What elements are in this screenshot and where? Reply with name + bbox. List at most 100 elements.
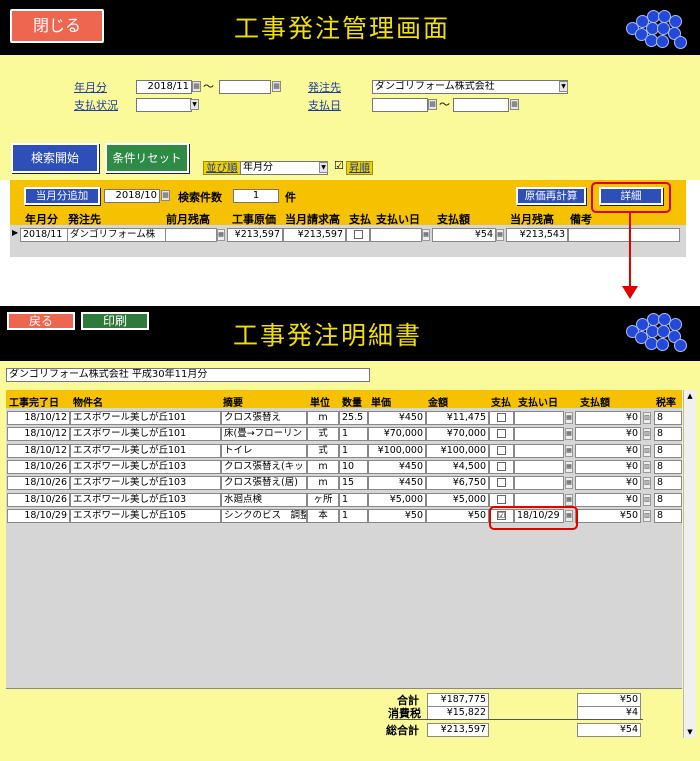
row-desc[interactable]: 水廻点検 bbox=[221, 492, 307, 507]
row-paid-cell[interactable] bbox=[489, 459, 514, 474]
tax-list-icon[interactable]: ▥ bbox=[643, 460, 651, 473]
add-current-month-button[interactable]: 当月分追加 bbox=[24, 187, 100, 205]
row-paid-cell[interactable] bbox=[489, 443, 514, 458]
row-balance[interactable]: ¥213,543 bbox=[506, 228, 568, 242]
row-pay-date[interactable] bbox=[514, 476, 564, 491]
row-unit[interactable]: 式 bbox=[307, 443, 339, 458]
row-desc[interactable]: クロス張替え(居) bbox=[221, 476, 307, 491]
row-property[interactable]: エスポワール美しが丘101 bbox=[70, 427, 221, 442]
recalculate-cost-button[interactable]: 原価再計算 bbox=[516, 187, 586, 205]
chevron-down-icon[interactable]: ▼ bbox=[190, 99, 199, 110]
row-desc[interactable]: トイレ bbox=[221, 443, 307, 458]
row-pay-amount[interactable]: ¥0 bbox=[575, 443, 641, 458]
row-qty[interactable]: 1 bbox=[339, 443, 368, 458]
calendar-icon[interactable]: ▦ bbox=[192, 81, 201, 92]
row-paid-cell[interactable] bbox=[489, 492, 514, 507]
row-cost[interactable]: ¥213,597 bbox=[227, 228, 283, 242]
row-qty[interactable]: 1 bbox=[339, 508, 368, 523]
paid-checkbox[interactable] bbox=[497, 445, 506, 455]
row-price[interactable]: ¥450 bbox=[368, 459, 426, 474]
row-pay-amount[interactable]: ¥0 bbox=[575, 427, 641, 442]
row-pay-amount[interactable]: ¥0 bbox=[575, 492, 641, 507]
row-unit[interactable]: 式 bbox=[307, 427, 339, 442]
row-qty[interactable]: 25.5 bbox=[339, 411, 368, 425]
row-qty[interactable]: 15 bbox=[339, 476, 368, 491]
row-price[interactable]: ¥450 bbox=[368, 476, 426, 491]
tax-list-icon[interactable]: ▥ bbox=[643, 428, 651, 441]
chevron-down-icon[interactable]: ▼ bbox=[319, 162, 328, 173]
reset-conditions-button[interactable]: 条件リセット bbox=[105, 143, 189, 173]
row-amount[interactable]: ¥11,475 bbox=[426, 411, 489, 425]
row-paid-cell[interactable] bbox=[489, 476, 514, 491]
row-paid-cell[interactable] bbox=[489, 411, 514, 425]
payment-status-select[interactable] bbox=[136, 98, 192, 112]
row-unit[interactable]: m bbox=[307, 476, 339, 491]
row-price[interactable]: ¥5,000 bbox=[368, 492, 426, 507]
scroll-down-icon[interactable]: ▼ bbox=[684, 726, 696, 738]
tax-list-icon[interactable]: ▥ bbox=[643, 509, 651, 522]
row-amount[interactable]: ¥100,000 bbox=[426, 443, 489, 458]
ascending-checkbox[interactable]: ☑ bbox=[334, 159, 344, 172]
row-pay-amount[interactable]: ¥0 bbox=[575, 476, 641, 491]
row-complete-date[interactable]: 18/10/12 bbox=[7, 427, 70, 442]
row-pay-amount[interactable]: ¥50 bbox=[575, 508, 641, 523]
row-pay-date[interactable] bbox=[514, 427, 564, 442]
row-property[interactable]: エスポワール美しが丘103 bbox=[70, 492, 221, 507]
paid-checkbox[interactable] bbox=[497, 413, 506, 422]
search-start-button[interactable]: 検索開始 bbox=[11, 143, 99, 173]
row-tax-rate[interactable]: 8 bbox=[654, 459, 682, 474]
row-amount[interactable]: ¥6,750 bbox=[426, 476, 489, 491]
scroll-up-icon[interactable]: ▲ bbox=[684, 390, 696, 402]
row-complete-date[interactable]: 18/10/26 bbox=[7, 476, 70, 491]
calculator-icon[interactable]: ▦ bbox=[496, 229, 504, 241]
calendar-icon[interactable]: ▦ bbox=[565, 477, 573, 490]
orderee-select[interactable]: ダンゴリフォーム株式会社 bbox=[372, 80, 568, 94]
row-qty[interactable]: 1 bbox=[339, 427, 368, 442]
yearmonth-from-input[interactable]: 2018/11 bbox=[136, 80, 192, 94]
paid-checkbox[interactable] bbox=[497, 461, 506, 471]
row-pay-date[interactable] bbox=[514, 459, 564, 474]
calendar-icon[interactable]: ▦ bbox=[565, 460, 573, 473]
paid-checkbox[interactable] bbox=[497, 429, 506, 439]
calendar-icon[interactable]: ▦ bbox=[565, 444, 573, 457]
calendar-icon[interactable]: ▦ bbox=[510, 99, 519, 110]
row-unit[interactable]: 本 bbox=[307, 508, 339, 523]
row-unit[interactable]: ヶ所 bbox=[307, 492, 339, 507]
close-button[interactable]: 閉じる bbox=[10, 9, 104, 43]
row-unit[interactable]: m bbox=[307, 411, 339, 425]
vertical-scrollbar[interactable]: ▲ ▼ bbox=[683, 390, 696, 738]
row-price[interactable]: ¥450 bbox=[368, 411, 426, 425]
yearmonth-to-input[interactable] bbox=[219, 80, 271, 94]
payment-date-from-input[interactable] bbox=[372, 98, 428, 112]
sort-select[interactable]: 年月分 bbox=[240, 161, 328, 175]
paid-checkbox[interactable] bbox=[497, 478, 506, 488]
calendar-icon[interactable]: ▦ bbox=[565, 428, 573, 441]
row-property[interactable]: エスポワール美しが丘105 bbox=[70, 508, 221, 523]
row-paid-checkbox[interactable] bbox=[346, 228, 370, 242]
row-pay-amount[interactable]: ¥0 bbox=[575, 411, 641, 425]
row-desc[interactable]: クロス張替え(キッ bbox=[221, 459, 307, 474]
tax-list-icon[interactable]: ▥ bbox=[643, 444, 651, 457]
row-property[interactable]: エスポワール美しが丘103 bbox=[70, 476, 221, 491]
row-pay-date[interactable] bbox=[514, 492, 564, 507]
row-price[interactable]: ¥50 bbox=[368, 508, 426, 523]
calendar-icon[interactable]: ▦ bbox=[161, 190, 170, 201]
row-complete-date[interactable]: 18/10/29 bbox=[7, 508, 70, 523]
tax-list-icon[interactable]: ▥ bbox=[643, 493, 651, 506]
row-amount[interactable]: ¥4,500 bbox=[426, 459, 489, 474]
row-orderee[interactable]: ダンゴリフォーム株 bbox=[67, 228, 166, 242]
calendar-icon[interactable]: ▦ bbox=[565, 493, 573, 506]
row-property[interactable]: エスポワール美しが丘103 bbox=[70, 459, 221, 474]
tax-list-icon[interactable]: ▥ bbox=[643, 477, 651, 490]
tax-list-icon[interactable]: ▥ bbox=[643, 412, 651, 424]
calendar-icon[interactable]: ▦ bbox=[565, 412, 573, 424]
row-paid-cell[interactable] bbox=[489, 427, 514, 442]
chevron-down-icon[interactable]: ▼ bbox=[559, 81, 568, 92]
row-complete-date[interactable]: 18/10/12 bbox=[7, 411, 70, 425]
row-pay-date[interactable] bbox=[370, 228, 422, 242]
row-tax-rate[interactable]: 8 bbox=[654, 427, 682, 442]
paid-check[interactable] bbox=[353, 230, 363, 239]
row-tax-rate[interactable]: 8 bbox=[654, 443, 682, 458]
row-prev-balance[interactable] bbox=[165, 228, 217, 242]
row-complete-date[interactable]: 18/10/26 bbox=[7, 492, 70, 507]
